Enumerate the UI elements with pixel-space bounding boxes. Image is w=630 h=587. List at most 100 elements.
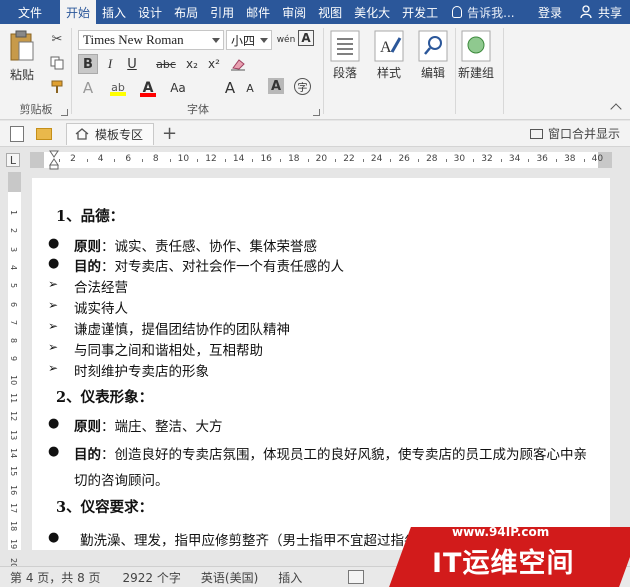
copy-icon[interactable]	[48, 54, 66, 72]
styles-group: A 样式	[368, 24, 412, 120]
change-case-button[interactable]: Aa	[168, 78, 188, 98]
clear-format-icon[interactable]	[228, 54, 248, 74]
paste-button[interactable]: 粘贴	[8, 30, 36, 83]
new-group-button[interactable]: 新建组	[458, 30, 494, 81]
subscript-button[interactable]: x₂	[182, 54, 202, 74]
language-indicator[interactable]: 英语(美国)	[201, 569, 258, 586]
merge-windows-button[interactable]: 窗口合并显示	[529, 125, 620, 142]
tab-mailings[interactable]: 邮件	[240, 0, 276, 24]
font-size-dropdown[interactable]: 小四	[226, 30, 272, 50]
ruler-tick	[169, 159, 171, 162]
vruler-number: 15	[9, 466, 18, 477]
word-count[interactable]: 2922 个字	[123, 569, 181, 586]
clipboard-launcher-icon[interactable]	[61, 109, 68, 116]
document-page[interactable]: 1、品德： ● 原则：诚实、责任感、协作、集体荣誉感 ● 目的：对专卖店、对社会…	[32, 178, 610, 550]
login-button[interactable]: 登录	[528, 4, 572, 21]
shrink-font-button[interactable]: A	[240, 78, 260, 98]
vruler-number: 12	[9, 411, 18, 422]
char-shading-button[interactable]: A	[268, 78, 284, 94]
font-launcher-icon[interactable]	[313, 109, 320, 116]
vruler-number: 11	[9, 393, 18, 404]
new-document-icon[interactable]	[10, 125, 24, 142]
char-border-button[interactable]: A	[298, 30, 314, 46]
ruler-number: 8	[152, 154, 159, 164]
folder-icon[interactable]	[36, 127, 52, 140]
ruler-tick	[418, 159, 419, 162]
svg-text:A: A	[380, 39, 392, 56]
tab-review[interactable]: 审阅	[276, 0, 312, 24]
italic-button[interactable]: I	[100, 54, 120, 74]
arrow-bullet-icon: ➢	[48, 340, 59, 354]
tab-developer[interactable]: 开发工	[396, 0, 444, 24]
ruler-tick	[556, 159, 557, 162]
vruler-number: 19	[9, 539, 18, 550]
font-name-dropdown[interactable]: Times New Roman	[78, 30, 224, 50]
ruler-tick	[583, 159, 585, 162]
collapse-ribbon-icon[interactable]	[610, 103, 622, 115]
new-group-label: 新建组	[458, 66, 495, 80]
tab-references[interactable]: 引用	[204, 0, 240, 24]
bullet-line-1: 原则：诚实、责任感、协作、集体荣誉感	[74, 235, 317, 255]
ruler-number: 30	[453, 154, 466, 164]
ruler-number: 18	[288, 154, 300, 164]
editing-group: 编辑	[412, 24, 456, 120]
bold-button[interactable]: B	[78, 54, 98, 74]
ruler-number: 34	[508, 154, 521, 164]
vertical-scrollbar[interactable]	[614, 172, 630, 550]
tab-templates[interactable]: 模板专区	[66, 122, 155, 145]
grow-font-button[interactable]: A	[220, 78, 240, 98]
read-mode-icon[interactable]	[348, 570, 365, 584]
bullet-1-text: ：诚实、责任感、协作、集体荣誉感	[101, 239, 317, 255]
document-area[interactable]: 1、品德： ● 原则：诚实、责任感、协作、集体荣誉感 ● 目的：对专卖店、对社会…	[26, 172, 630, 550]
ruler-tick	[142, 159, 143, 162]
superscript-button[interactable]: x²	[204, 54, 224, 74]
vruler-number: 1	[9, 210, 18, 216]
font-group-label: 字体	[187, 103, 209, 116]
tab-file[interactable]: 文件	[0, 0, 60, 24]
format-painter-icon[interactable]	[48, 78, 66, 96]
styles-icon: A	[374, 30, 404, 62]
insert-mode[interactable]: 插入	[278, 569, 302, 586]
vertical-ruler[interactable]: 1 2 3 4 5 6 7 8 9 10 11 12 13 14 15 16 17 18 19 20	[0, 172, 26, 568]
tab-insert[interactable]: 插入	[96, 0, 132, 24]
bullet-3-bold: 原则	[74, 419, 101, 435]
tell-me-box[interactable]: 告诉我...	[444, 4, 522, 21]
paragraph-button[interactable]: 段落	[330, 30, 360, 81]
vruler-number: 2	[9, 228, 18, 234]
vruler-number: 9	[9, 356, 18, 362]
cut-icon[interactable]: ✂	[48, 30, 66, 48]
horizontal-ruler[interactable]: L 2 4 6 8 10 12 14 16 18 20 22 24 26 28 30 32 34 36 38 40	[0, 148, 630, 172]
enclose-char-button[interactable]: 字	[294, 78, 311, 95]
tab-layout[interactable]: 布局	[168, 0, 204, 24]
highlight-button[interactable]: ab	[108, 78, 128, 98]
heading-3: 3、仪容要求：	[56, 499, 154, 516]
ruler-tick	[224, 159, 226, 162]
font-color-button[interactable]: A	[138, 78, 158, 98]
add-tab-icon[interactable]: +	[162, 123, 177, 144]
tab-view[interactable]: 视图	[312, 0, 348, 24]
share-button[interactable]: 共享	[572, 4, 630, 21]
page-count[interactable]: 第 4 页，共 8 页	[10, 569, 101, 586]
tab-home[interactable]: 开始	[60, 0, 97, 24]
styles-button[interactable]: A 样式	[374, 30, 404, 81]
indent-marker-icon[interactable]	[49, 150, 59, 170]
bullet-line-4: 目的：创造良好的专卖店氛围，体现员工的良好风貌，使专卖店的员工成为顾客心中亲	[74, 443, 587, 463]
tab-beautify[interactable]: 美化大	[348, 0, 396, 24]
ruler-tick	[335, 159, 337, 162]
tell-me-text: 告诉我...	[467, 5, 515, 20]
text-effect-icon[interactable]: A	[78, 78, 98, 98]
tab-design[interactable]: 设计	[132, 0, 168, 24]
editing-button[interactable]: 编辑	[418, 30, 448, 81]
tab-selector[interactable]: L	[6, 153, 20, 167]
merge-windows-label: 窗口合并显示	[547, 127, 620, 141]
ruler-tick	[445, 159, 447, 162]
ruler-number: 16	[260, 154, 272, 164]
phonetic-guide-button[interactable]: wén	[276, 30, 296, 50]
ruler-number: 2	[70, 154, 76, 164]
underline-button[interactable]: U	[122, 54, 142, 74]
ruler-number: 24	[370, 154, 383, 164]
clipboard-group: 粘贴 ✂ 剪贴板	[0, 24, 72, 120]
arrow-item-3: 谦虚谨慎，提倡团结协作的团队精神	[74, 322, 290, 338]
new-group-icon	[461, 30, 491, 62]
strikethrough-button[interactable]: abc	[154, 54, 178, 74]
